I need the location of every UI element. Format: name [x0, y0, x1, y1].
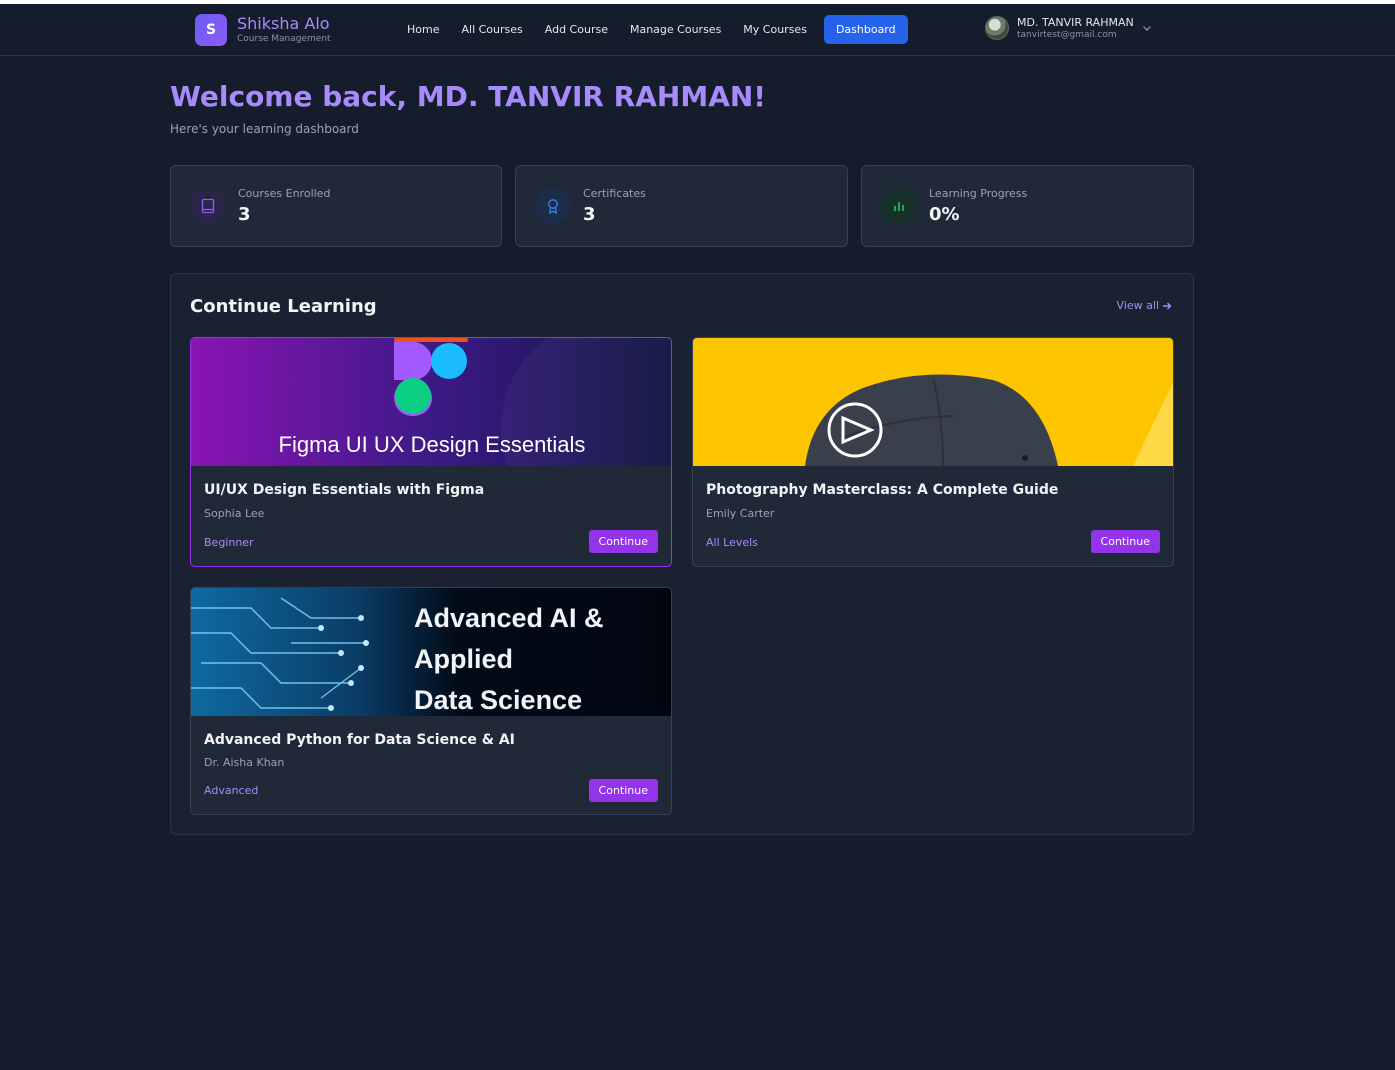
nav-add-course[interactable]: Add Course: [534, 15, 619, 44]
brand-name: Shiksha Alo: [237, 14, 330, 33]
stat-card-learning-progress: Learning Progress 0%: [861, 165, 1194, 247]
stat-value: 3: [238, 204, 251, 225]
stat-card-courses-enrolled: Courses Enrolled 3: [170, 165, 502, 247]
nav-manage-courses[interactable]: Manage Courses: [619, 15, 732, 44]
main-nav: Home All Courses Add Course Manage Cours…: [396, 15, 908, 44]
course-title[interactable]: UI/UX Design Essentials with Figma: [204, 482, 484, 498]
brand-logo[interactable]: S Shiksha Alo Course Management: [195, 14, 331, 46]
brand-subtitle: Course Management: [237, 34, 331, 44]
chevron-down-icon[interactable]: [1142, 23, 1152, 33]
nav-all-courses[interactable]: All Courses: [450, 15, 533, 44]
course-thumbnail: Figma UI UX Design Essentials: [191, 338, 671, 466]
nav-my-courses[interactable]: My Courses: [732, 15, 818, 44]
course-title[interactable]: Photography Masterclass: A Complete Guid…: [706, 482, 1058, 498]
navbar: S Shiksha Alo Course Management Home All…: [0, 4, 1395, 56]
stat-label: Learning Progress: [929, 187, 1028, 200]
arrow-right-icon: [1163, 302, 1172, 309]
course-instructor: Emily Carter: [706, 507, 775, 520]
continue-button[interactable]: Continue: [588, 779, 658, 802]
course-thumbnail: Advanced AI & Applied Data Science: [191, 588, 671, 716]
course-card-figma[interactable]: Figma UI UX Design Essentials UI/UX Desi…: [190, 337, 672, 567]
course-instructor: Dr. Aisha Khan: [204, 756, 285, 769]
course-instructor: Sophia Lee: [204, 507, 265, 520]
user-menu[interactable]: MD. TANVIR RAHMAN tanvirtest@gmail.com: [985, 16, 1152, 40]
view-all-label: View all: [1116, 299, 1159, 312]
stat-value: 3: [583, 204, 596, 225]
course-thumbnail: [693, 338, 1173, 466]
continue-learning-panel: Continue Learning View all Figma UI UX D…: [170, 273, 1194, 835]
stat-label: Certificates: [583, 187, 646, 200]
stat-label: Courses Enrolled: [238, 187, 331, 200]
section-title: Continue Learning: [190, 296, 377, 317]
avatar: [985, 16, 1009, 40]
nav-dashboard[interactable]: Dashboard: [823, 15, 908, 44]
stat-card-certificates: Certificates 3: [515, 165, 848, 247]
user-email: tanvirtest@gmail.com: [1017, 29, 1117, 40]
course-level: Beginner: [204, 536, 254, 549]
page-subtitle: Here's your learning dashboard: [170, 122, 359, 136]
bar-chart-icon: [881, 188, 917, 224]
course-level: Advanced: [204, 784, 259, 797]
course-level: All Levels: [706, 536, 758, 549]
award-icon: [535, 188, 571, 224]
nav-home[interactable]: Home: [396, 15, 450, 44]
continue-button[interactable]: Continue: [588, 530, 658, 553]
course-title[interactable]: Advanced Python for Data Science & AI: [204, 732, 515, 748]
user-name: MD. TANVIR RAHMAN: [1017, 15, 1134, 29]
course-card-python[interactable]: Advanced AI & Applied Data Science Advan…: [190, 587, 672, 815]
brand-badge: S: [195, 14, 227, 46]
view-all-link[interactable]: View all: [1117, 299, 1172, 312]
stat-value: 0%: [929, 204, 960, 225]
page-title: Welcome back, MD. TANVIR RAHMAN!: [170, 80, 767, 113]
course-card-photography[interactable]: Photography Masterclass: A Complete Guid…: [692, 337, 1174, 567]
book-icon: [190, 188, 226, 224]
continue-button[interactable]: Continue: [1090, 530, 1160, 553]
thumbnail-caption: Figma UI UX Design Essentials: [278, 432, 586, 457]
thumbnail-caption: Advanced AI & Applied Data Science: [414, 603, 604, 715]
